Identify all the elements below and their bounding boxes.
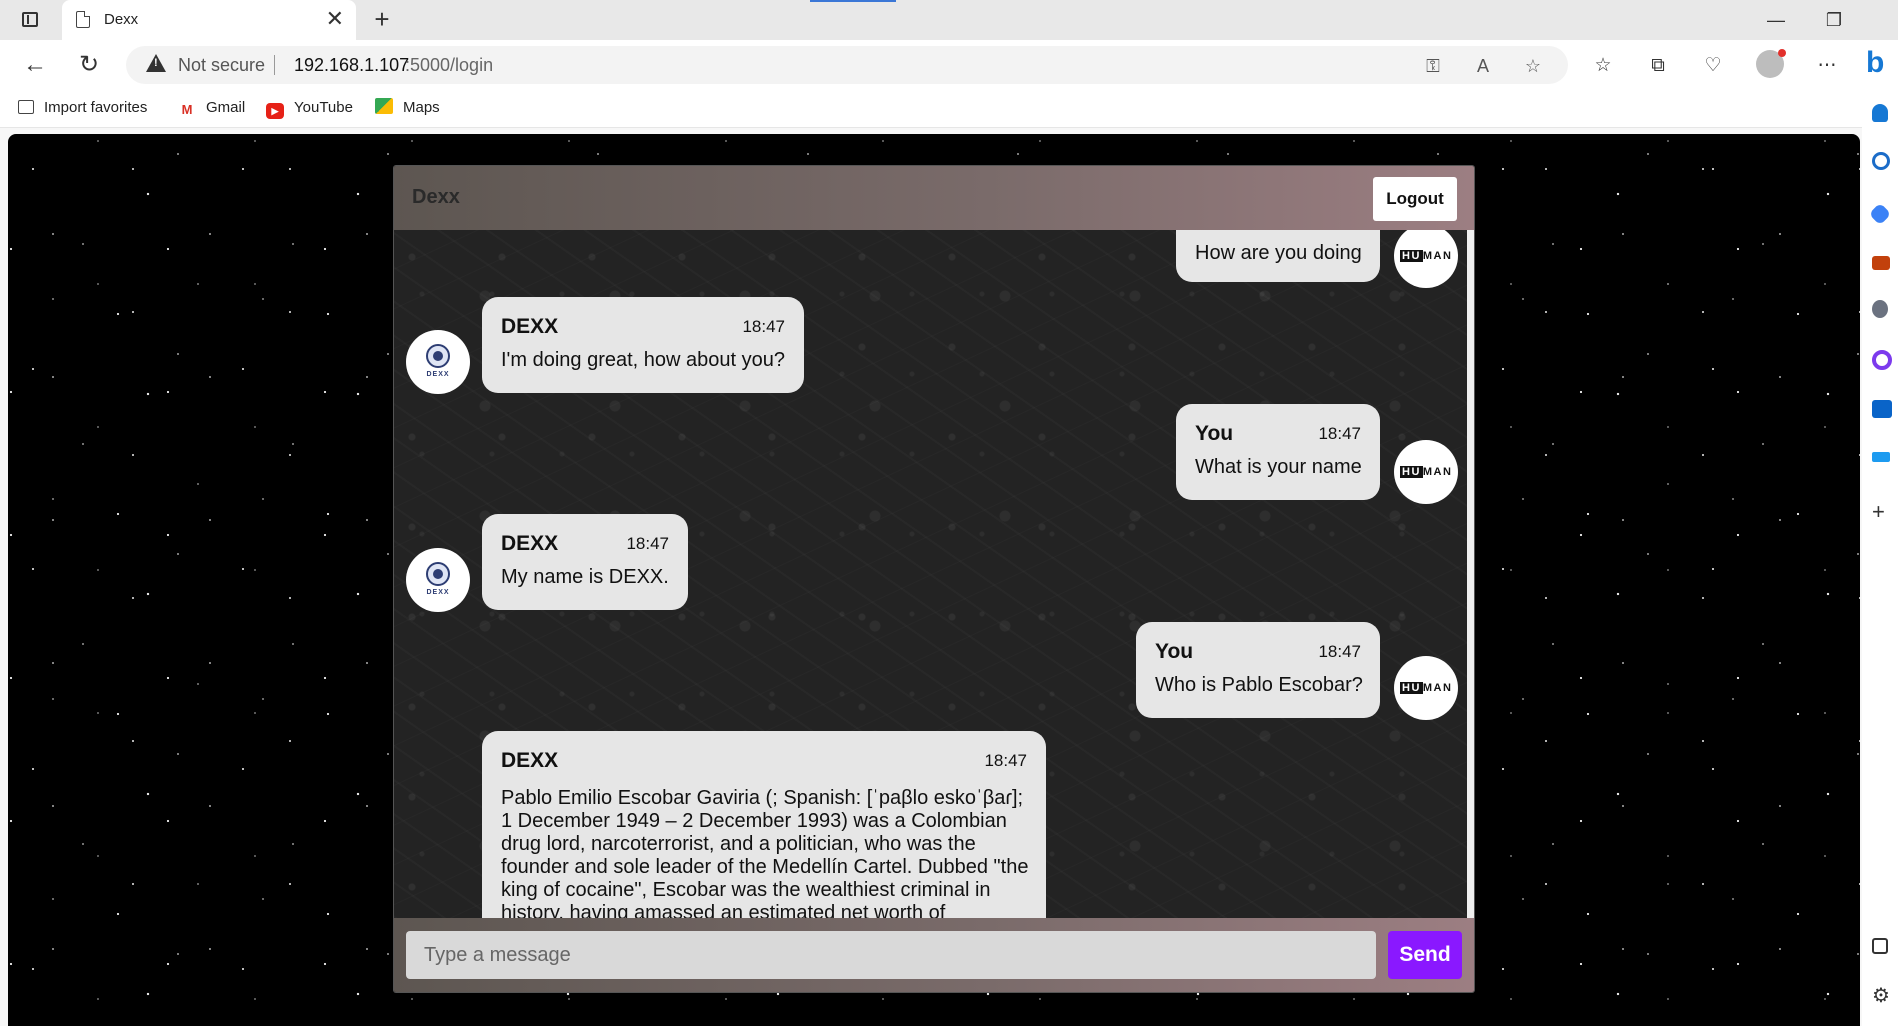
- message-time: 18:47: [742, 317, 785, 336]
- favorite-label: YouTube: [294, 99, 353, 116]
- notification-dot: [1778, 49, 1786, 57]
- gmail-icon: M: [181, 102, 193, 117]
- message-sender: You: [1155, 640, 1194, 663]
- favorite-label: Maps: [403, 99, 440, 116]
- favorites-icon[interactable]: ☆: [1591, 54, 1615, 78]
- read-aloud-icon[interactable]: A: [1472, 55, 1494, 77]
- human-avatar: HU MAN: [1394, 230, 1458, 288]
- back-arrow-icon[interactable]: ←: [18, 48, 52, 82]
- new-tab-button[interactable]: +: [368, 4, 396, 34]
- human-avatar: HU MAN: [1394, 656, 1458, 720]
- message-sender: DEXX: [501, 315, 559, 338]
- message-composer: Send: [394, 918, 1474, 992]
- bot-message-bubble: DEXX 18:47 My name is DEXX.: [482, 514, 688, 610]
- human-logo: HU MAN: [1400, 466, 1453, 478]
- collections-icon[interactable]: ⧉: [1646, 54, 1670, 78]
- shopping-tag-icon[interactable]: [1868, 202, 1892, 226]
- dexx-avatar: DEXX: [406, 330, 470, 394]
- youtube-icon: ▶: [266, 103, 284, 119]
- add-icon[interactable]: +: [1872, 501, 1898, 526]
- dexx-avatar: DEXX: [406, 548, 470, 612]
- tab-close-icon[interactable]: ✕: [326, 7, 344, 31]
- message-sender: DEXX: [501, 532, 559, 555]
- message-text: How are you doing: [1195, 242, 1362, 264]
- minimize-button[interactable]: —: [1756, 6, 1796, 34]
- message-list[interactable]: How are you doing HU MAN DEXX DEXX 18:47 …: [394, 230, 1474, 918]
- message-time: 18:47: [984, 751, 1027, 770]
- chat-window: Dexx Logout How are you doing HU MAN DEXX…: [394, 166, 1474, 992]
- favorite-import-favorites[interactable]: Import favorites: [18, 98, 147, 120]
- tab-loading-indicator: [810, 0, 896, 2]
- page-icon: [76, 11, 90, 28]
- games-icon[interactable]: [1872, 300, 1888, 318]
- search-icon[interactable]: [1872, 152, 1890, 170]
- human-avatar: HU MAN: [1394, 440, 1458, 504]
- warning-icon: [146, 54, 166, 72]
- settings-gear-icon[interactable]: ⚙: [1872, 986, 1898, 1010]
- message-time: 18:47: [1318, 424, 1361, 443]
- favorite-youtube[interactable]: ▶ YouTube: [266, 98, 353, 120]
- profile-avatar[interactable]: [1756, 49, 1786, 78]
- dexx-logo-icon: [426, 562, 450, 586]
- favorite-star-icon[interactable]: ☆: [1522, 55, 1544, 77]
- message-sender: DEXX: [501, 749, 559, 772]
- message-text: Pablo Emilio Escobar Gaviria (; Spanish:…: [501, 787, 1029, 918]
- message-text: Who is Pablo Escobar?: [1155, 674, 1363, 696]
- browser-tab-active[interactable]: Dexx ✕: [62, 0, 356, 40]
- tab-title: Dexx: [104, 11, 139, 28]
- url-host: 192.168.1.107: [294, 55, 410, 75]
- edge-sidebar: + ⚙: [1862, 88, 1898, 1026]
- microsoft-365-icon[interactable]: [1872, 350, 1892, 370]
- message-time: 18:47: [1318, 642, 1361, 661]
- message-input[interactable]: [406, 931, 1376, 979]
- sidebar-toggle-icon[interactable]: [1872, 938, 1888, 954]
- chat-header: Dexx Logout: [394, 166, 1474, 230]
- outlook-icon[interactable]: [1872, 400, 1892, 418]
- favorite-gmail[interactable]: M Gmail: [178, 98, 246, 120]
- message-text: I'm doing great, how about you?: [501, 349, 786, 371]
- logout-button[interactable]: Logout: [1373, 177, 1457, 221]
- human-logo: HU MAN: [1400, 682, 1453, 694]
- message-sender: You: [1195, 422, 1234, 445]
- maps-icon: [375, 98, 393, 114]
- restore-button[interactable]: ❐: [1814, 6, 1854, 34]
- send-icon[interactable]: [1872, 452, 1890, 462]
- browser-toolbar: ← ↻ Not secure 192.168.1.107 :5000/login…: [0, 40, 1898, 88]
- bing-copilot-icon[interactable]: b: [1866, 46, 1896, 80]
- browser-tab-bar: Dexx ✕ + — ❐: [0, 0, 1898, 40]
- user-message-bubble: You 18:47 Who is Pablo Escobar?: [1136, 622, 1380, 718]
- user-message-bubble: You 18:47 What is your name: [1176, 404, 1380, 500]
- tools-icon[interactable]: [1872, 256, 1890, 270]
- bot-message-bubble: DEXX 18:47 Pablo Emilio Escobar Gaviria …: [482, 731, 1046, 918]
- send-button[interactable]: Send: [1388, 931, 1462, 979]
- human-logo: HU MAN: [1400, 250, 1453, 262]
- import-icon: [18, 100, 34, 114]
- not-secure-label[interactable]: Not secure: [178, 55, 265, 76]
- address-separator: [274, 55, 275, 75]
- bot-message-bubble: DEXX 18:47 I'm doing great, how about yo…: [482, 297, 804, 393]
- address-bar[interactable]: Not secure 192.168.1.107 :5000/login ⚿ A…: [126, 46, 1568, 84]
- dexx-logo-icon: [426, 344, 450, 368]
- favorite-label: Import favorites: [44, 99, 148, 116]
- refresh-icon[interactable]: ↻: [72, 48, 106, 82]
- message-time: 18:47: [626, 534, 669, 553]
- key-icon[interactable]: ⚿: [1422, 55, 1444, 77]
- browser-essentials-icon[interactable]: ♡: [1701, 54, 1725, 78]
- url-path: :5000/login: [405, 55, 494, 75]
- favorite-label: Gmail: [206, 99, 246, 116]
- favorite-maps[interactable]: Maps: [375, 98, 440, 120]
- notifications-bell-icon[interactable]: [1872, 104, 1888, 122]
- message-scrollbar[interactable]: [1467, 230, 1474, 918]
- message-text: What is your name: [1195, 456, 1362, 478]
- user-message-bubble: How are you doing: [1176, 230, 1380, 282]
- favorites-bar: Import favorites M Gmail ▶ YouTube Maps: [0, 88, 1898, 128]
- app-title: Dexx: [412, 186, 460, 208]
- dexx-brand: DEXX: [426, 371, 450, 378]
- tab-actions-icon[interactable]: [14, 8, 46, 32]
- message-text: My name is DEXX.: [501, 566, 669, 588]
- dexx-brand: DEXX: [426, 589, 450, 596]
- more-options-icon[interactable]: ⋯: [1815, 54, 1839, 78]
